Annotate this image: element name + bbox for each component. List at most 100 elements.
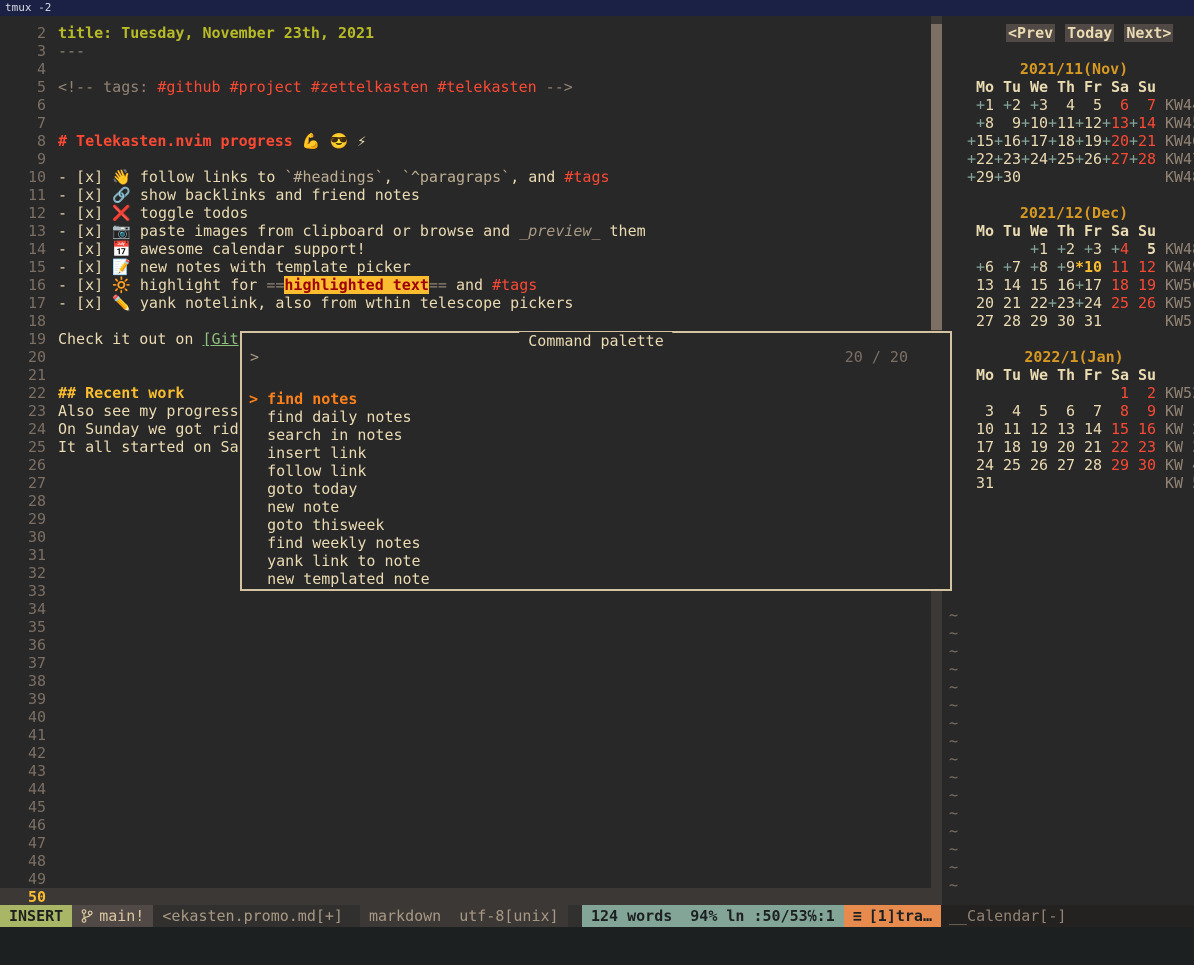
editor-line[interactable]: 48 (0, 852, 931, 870)
calendar-day[interactable]: 27 (1048, 456, 1075, 474)
calendar-day[interactable]: 11 (994, 420, 1021, 438)
editor-line[interactable]: 36 (0, 636, 931, 654)
editor-line[interactable]: 18 (0, 312, 931, 330)
editor-line[interactable]: 45 (0, 798, 931, 816)
calendar-day[interactable]: +16 (994, 132, 1021, 150)
calendar-day[interactable]: 20 (1048, 438, 1075, 456)
calendar-day[interactable]: +23 (994, 150, 1021, 168)
calendar-day[interactable]: +1 (1021, 240, 1048, 258)
calendar-day[interactable]: 31 (1075, 312, 1102, 330)
editor-line[interactable]: 42 (0, 744, 931, 762)
editor-line[interactable]: 8# Telekasten.nvim progress 💪 😎 ⚡ (0, 132, 931, 150)
calendar-day[interactable]: 4 (1048, 96, 1075, 114)
scrollbar-thumb[interactable] (931, 24, 942, 330)
calendar-day[interactable]: 7 (1075, 402, 1102, 420)
calendar-day[interactable]: +18 (1048, 132, 1075, 150)
calendar-day[interactable]: 30 (1048, 312, 1075, 330)
calendar-day[interactable]: +24 (1021, 150, 1048, 168)
editor-line[interactable]: 17- [x] ✏️ yank notelink, also from wthi… (0, 294, 931, 312)
calendar-day[interactable]: +19 (1075, 132, 1102, 150)
calendar-day[interactable]: +29 (967, 168, 994, 186)
calendar-day[interactable]: 25 (994, 456, 1021, 474)
calendar-day[interactable]: 6 (1102, 96, 1129, 114)
editor-line[interactable]: 34 (0, 600, 931, 618)
calendar-day[interactable]: +8 (967, 114, 994, 132)
editor-line[interactable]: 40 (0, 708, 931, 726)
calendar-day[interactable]: 26 (1129, 294, 1156, 312)
editor-line[interactable]: 49 (0, 870, 931, 888)
calendar-day[interactable]: 19 (1129, 276, 1156, 294)
calendar-day[interactable]: 5 (1021, 402, 1048, 420)
calendar-day[interactable]: 5 (1075, 96, 1102, 114)
editor-line[interactable]: 7 (0, 114, 931, 132)
calendar-day[interactable]: 7 (1129, 96, 1156, 114)
calendar-day[interactable]: +6 (967, 258, 994, 276)
calendar-day[interactable]: +3 (1075, 240, 1102, 258)
calendar-day[interactable]: +4 (1102, 240, 1129, 258)
editor-line[interactable]: 39 (0, 690, 931, 708)
palette-item[interactable]: search in notes (242, 426, 950, 444)
calendar-day[interactable]: +20 (1102, 132, 1129, 150)
editor-line[interactable]: 5<!-- tags: #github #project #zettelkast… (0, 78, 931, 96)
calendar-day[interactable]: 21 (1075, 438, 1102, 456)
calendar-day[interactable]: 23 (1129, 438, 1156, 456)
editor-line[interactable]: 44 (0, 780, 931, 798)
editor-line[interactable]: 3--- (0, 42, 931, 60)
calendar-day[interactable]: 30 (1129, 456, 1156, 474)
calendar-day[interactable]: 29 (1021, 312, 1048, 330)
calendar-day[interactable]: 2 (1129, 384, 1156, 402)
calendar-day[interactable]: 22 (1102, 438, 1129, 456)
calendar-today-button[interactable]: Today (1065, 24, 1114, 42)
palette-item[interactable]: new templated note (242, 570, 950, 588)
calendar-day[interactable]: 28 (994, 312, 1021, 330)
palette-item[interactable]: find weekly notes (242, 534, 950, 552)
calendar-day[interactable]: 15 (1021, 276, 1048, 294)
calendar-day[interactable]: +15 (967, 132, 994, 150)
editor-line[interactable]: 14- [x] 📅 awesome calendar support! (0, 240, 931, 258)
calendar-day[interactable]: 1 (1102, 384, 1129, 402)
calendar-day[interactable]: +8 (1021, 258, 1048, 276)
calendar-day[interactable]: 16 (1048, 276, 1075, 294)
calendar-day[interactable]: 24 (967, 456, 994, 474)
calendar-day[interactable]: 18 (994, 438, 1021, 456)
calendar-day[interactable]: 16 (1129, 420, 1156, 438)
calendar-day[interactable]: 20 (967, 294, 994, 312)
calendar-day[interactable]: *10 (1075, 258, 1102, 276)
calendar-pane[interactable]: <Prev Today Next> 2021/11(Nov)MoTuWeThFr… (942, 16, 1194, 905)
palette-item[interactable]: follow link (242, 462, 950, 480)
editor-line[interactable]: 13- [x] 📷 paste images from clipboard or… (0, 222, 931, 240)
calendar-day[interactable]: 4 (994, 402, 1021, 420)
palette-item[interactable]: > find notes (242, 390, 950, 408)
palette-item[interactable]: insert link (242, 444, 950, 462)
calendar-day[interactable]: +24 (1075, 294, 1102, 312)
editor-line[interactable]: 15- [x] 📝 new notes with template picker (0, 258, 931, 276)
calendar-day[interactable]: 3 (967, 402, 994, 420)
calendar-day[interactable]: +28 (1129, 150, 1156, 168)
editor-line[interactable]: 11- [x] 🔗 show backlinks and friend note… (0, 186, 931, 204)
editor-line[interactable]: 37 (0, 654, 931, 672)
calendar-next-button[interactable]: Next> (1124, 24, 1173, 42)
calendar-day[interactable]: 14 (994, 276, 1021, 294)
calendar-day[interactable]: 13 (1048, 420, 1075, 438)
editor-line[interactable]: 2title: Tuesday, November 23th, 2021 (0, 24, 931, 42)
calendar-day[interactable]: +22 (967, 150, 994, 168)
editor-line[interactable]: 16- [x] 🔆 highlight for ==highlighted te… (0, 276, 931, 294)
calendar-prev-button[interactable]: <Prev (1006, 24, 1055, 42)
calendar-day[interactable]: +1 (967, 96, 994, 114)
calendar-day[interactable]: 28 (1075, 456, 1102, 474)
calendar-day[interactable]: 10 (967, 420, 994, 438)
calendar-day[interactable]: 27 (967, 312, 994, 330)
palette-item[interactable]: goto today (242, 480, 950, 498)
calendar-day[interactable]: +12 (1075, 114, 1102, 132)
editor-line[interactable]: 46 (0, 816, 931, 834)
calendar-day[interactable]: 14 (1075, 420, 1102, 438)
palette-item[interactable]: goto thisweek (242, 516, 950, 534)
calendar-day[interactable]: +21 (1129, 132, 1156, 150)
calendar-day[interactable]: +17 (1075, 276, 1102, 294)
calendar-day[interactable]: +23 (1048, 294, 1075, 312)
calendar-day[interactable]: 12 (1129, 258, 1156, 276)
editor-line[interactable]: 12- [x] ❌ toggle todos (0, 204, 931, 222)
calendar-day[interactable]: +25 (1048, 150, 1075, 168)
calendar-day[interactable]: +2 (994, 96, 1021, 114)
calendar-day[interactable]: 11 (1102, 258, 1129, 276)
